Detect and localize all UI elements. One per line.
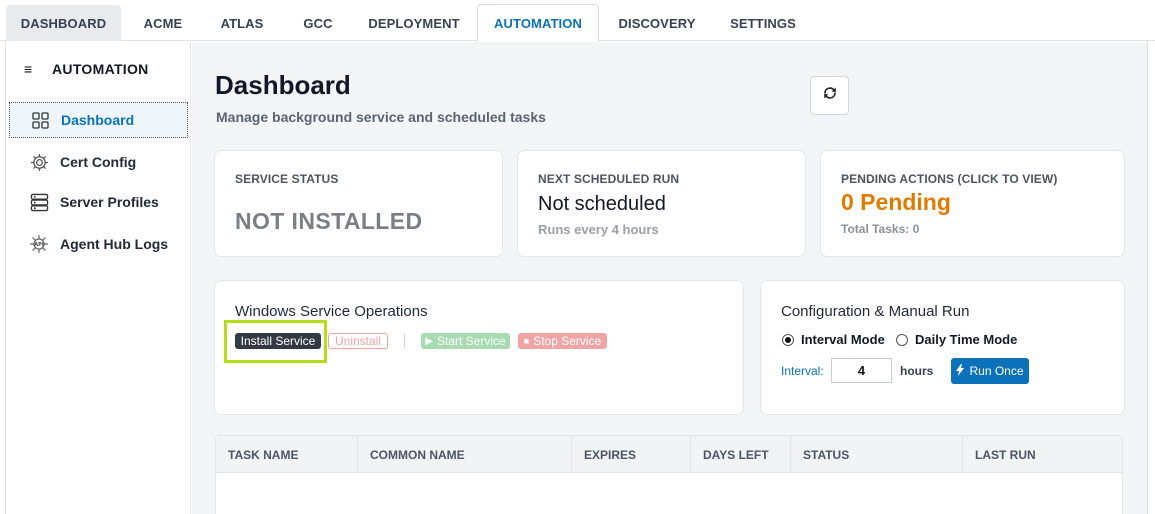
lightning-icon	[956, 363, 965, 379]
divider	[404, 334, 405, 348]
grid-icon	[30, 110, 50, 130]
tab-atlas[interactable]: ATLAS	[209, 5, 275, 41]
table-header: TASK NAME COMMON NAME EXPIRES DAYS LEFT …	[216, 436, 1122, 473]
interval-mode-radio[interactable]: Interval Mode	[782, 332, 885, 347]
column-header-expires[interactable]: EXPIRES	[572, 436, 691, 473]
tab-gcc[interactable]: GCC	[290, 5, 346, 41]
sidebar-item-label: Cert Config	[60, 154, 137, 170]
sidebar: ≡ AUTOMATION Dashboard Cert Config Serve…	[6, 42, 191, 514]
service-ops-card: Windows Service Operations Install Servi…	[214, 280, 744, 415]
hours-label: hours	[900, 364, 934, 378]
stop-service-button[interactable]: ■ Stop Service	[518, 333, 607, 349]
gear-icon	[29, 152, 49, 172]
column-header-last-run[interactable]: LAST RUN	[963, 436, 1124, 473]
start-service-button[interactable]: ▶ Start Service	[421, 333, 510, 349]
column-header-common-name[interactable]: COMMON NAME	[358, 436, 572, 473]
sidebar-item-cert-config[interactable]: Cert Config	[9, 144, 188, 180]
sidebar-item-dashboard[interactable]: Dashboard	[9, 102, 188, 138]
interval-label: Interval:	[781, 364, 824, 378]
config-card: Configuration & Manual Run Interval Mode…	[760, 280, 1125, 415]
api-hub-icon: API	[29, 234, 49, 254]
sidebar-item-label: Agent Hub Logs	[60, 236, 169, 252]
uninstall-button[interactable]: Uninstall	[328, 333, 388, 349]
interval-input[interactable]	[831, 358, 892, 383]
tab-discovery[interactable]: DISCOVERY	[611, 5, 703, 41]
radio-checked-icon	[782, 333, 794, 346]
stop-service-label: Stop Service	[533, 334, 602, 348]
tab-acme[interactable]: ACME	[129, 5, 197, 41]
radio-unchecked-icon	[896, 333, 908, 346]
next-run-frequency: Runs every 4 hours	[538, 222, 659, 237]
card-label: NEXT SCHEDULED RUN	[538, 172, 680, 186]
service-status-value: NOT INSTALLED	[235, 208, 423, 234]
column-header-days-left[interactable]: DAYS LEFT	[691, 436, 791, 473]
page-subtitle: Manage background service and scheduled …	[216, 109, 546, 125]
next-run-value: Not scheduled	[538, 193, 666, 215]
install-service-button[interactable]: Install Service	[235, 333, 321, 349]
total-tasks: Total Tasks: 0	[841, 222, 920, 236]
service-ops-title: Windows Service Operations	[235, 303, 428, 320]
sidebar-item-label: Server Profiles	[60, 194, 159, 210]
sidebar-title: AUTOMATION	[52, 61, 149, 77]
config-title: Configuration & Manual Run	[781, 303, 970, 320]
hamburger-icon[interactable]: ≡	[24, 61, 44, 77]
sidebar-item-server-profiles[interactable]: Server Profiles	[9, 184, 188, 220]
tab-deployment[interactable]: DEPLOYMENT	[361, 5, 467, 41]
card-label: SERVICE STATUS	[235, 172, 339, 186]
run-once-button[interactable]: Run Once	[951, 358, 1029, 384]
sidebar-item-agent-hub-logs[interactable]: API Agent Hub Logs	[9, 226, 188, 262]
server-icon	[29, 192, 49, 212]
card-label: PENDING ACTIONS (CLICK TO VIEW)	[841, 172, 1058, 186]
pending-actions-card[interactable]: PENDING ACTIONS (CLICK TO VIEW) 0 Pendin…	[820, 150, 1125, 257]
daily-time-mode-label: Daily Time Mode	[915, 332, 1018, 347]
interval-mode-label: Interval Mode	[801, 332, 885, 347]
top-nav: DASHBOARD ACME ATLAS GCC DEPLOYMENT AUTO…	[0, 0, 1155, 42]
daily-time-mode-radio[interactable]: Daily Time Mode	[896, 332, 1017, 347]
start-service-label: Start Service	[437, 334, 506, 348]
refresh-button[interactable]	[810, 76, 849, 115]
column-header-status[interactable]: STATUS	[791, 436, 963, 473]
main-content: Dashboard Manage background service and …	[192, 42, 1147, 514]
pending-count: 0 Pending	[841, 189, 951, 215]
sidebar-header: ≡ AUTOMATION	[24, 61, 149, 77]
play-icon: ▶	[425, 335, 433, 347]
tab-automation[interactable]: AUTOMATION	[477, 4, 599, 42]
refresh-icon	[822, 85, 838, 106]
service-status-card: SERVICE STATUS NOT INSTALLED	[214, 150, 503, 257]
column-header-task-name[interactable]: TASK NAME	[216, 436, 358, 473]
tab-settings[interactable]: SETTINGS	[722, 5, 804, 41]
page-title: Dashboard	[215, 70, 351, 100]
stop-icon: ■	[523, 336, 530, 346]
run-once-label: Run Once	[969, 364, 1024, 378]
sidebar-item-label: Dashboard	[61, 112, 135, 128]
tasks-table: TASK NAME COMMON NAME EXPIRES DAYS LEFT …	[215, 435, 1123, 514]
tab-dashboard[interactable]: DASHBOARD	[6, 5, 121, 41]
svg-text:API: API	[34, 242, 44, 248]
next-run-card: NEXT SCHEDULED RUN Not scheduled Runs ev…	[517, 150, 806, 257]
